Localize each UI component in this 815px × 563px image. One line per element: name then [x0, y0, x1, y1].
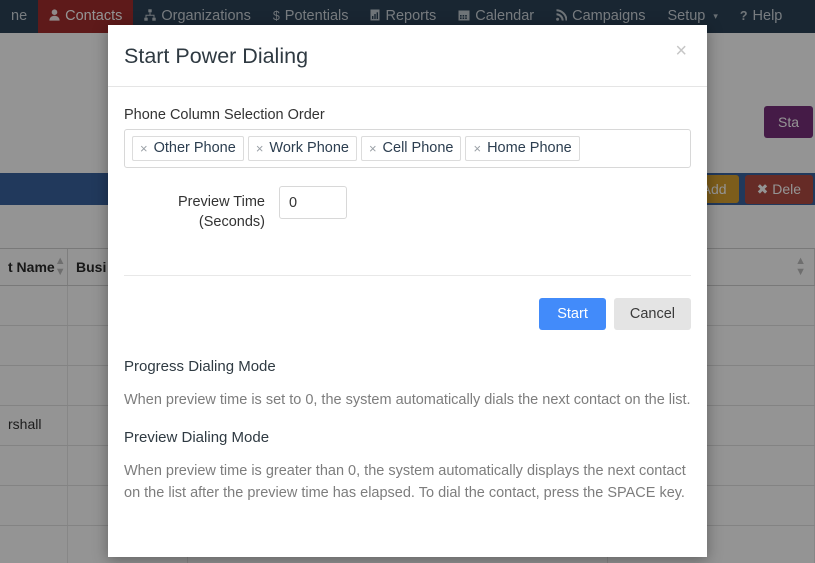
modal-actions: Start Cancel [124, 298, 691, 331]
tag-work-phone[interactable]: × Work Phone [247, 135, 357, 162]
tag-label: Work Phone [269, 139, 349, 156]
remove-tag-icon[interactable]: × [140, 140, 148, 158]
cancel-button[interactable]: Cancel [613, 298, 691, 331]
modal-body: Phone Column Selection Order × Other Pho… [108, 87, 707, 557]
remove-tag-icon[interactable]: × [369, 140, 377, 158]
preview-dialing-heading: Preview Dialing Mode [124, 428, 270, 446]
phone-order-label: Phone Column Selection Order [124, 106, 325, 123]
preview-time-input[interactable] [279, 186, 347, 220]
tag-cell-phone[interactable]: × Cell Phone [360, 135, 462, 162]
progress-dialing-heading: Progress Dialing Mode [124, 358, 276, 376]
preview-time-label-line1: Preview Time [177, 194, 265, 211]
preview-dialing-text: When preview time is greater than 0, the… [124, 462, 686, 502]
preview-time-row: Preview Time (Seconds) [124, 186, 691, 232]
tag-label: Home Phone [487, 139, 572, 156]
start-button[interactable]: Start [539, 298, 606, 331]
tag-home-phone[interactable]: × Home Phone [465, 135, 580, 162]
start-power-dialing-modal: Start Power Dialing × Phone Column Selec… [108, 25, 707, 557]
modal-divider [124, 275, 691, 277]
preview-time-label-line2: (Seconds) [198, 214, 265, 231]
tag-label: Cell Phone [382, 139, 454, 156]
phone-order-tag-input[interactable]: × Other Phone × Work Phone × Cell Phone … [124, 128, 691, 169]
close-icon[interactable]: × [669, 37, 693, 65]
preview-time-label: Preview Time (Seconds) [124, 186, 279, 232]
modal-header: Start Power Dialing × [108, 25, 707, 87]
remove-tag-icon[interactable]: × [256, 140, 264, 158]
tag-label: Other Phone [153, 139, 236, 156]
modal-title: Start Power Dialing [124, 44, 309, 68]
remove-tag-icon[interactable]: × [473, 140, 481, 158]
tag-other-phone[interactable]: × Other Phone [132, 135, 244, 162]
progress-dialing-text: When preview time is set to 0, the syste… [124, 392, 691, 409]
